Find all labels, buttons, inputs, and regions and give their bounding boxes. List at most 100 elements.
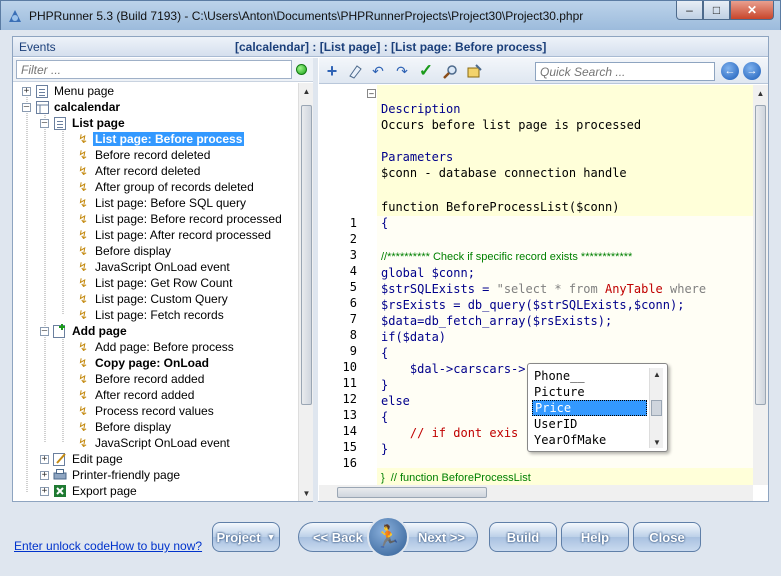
event-bolt-icon: ↯ [77, 260, 89, 274]
expand-icon[interactable]: + [40, 486, 49, 496]
how-to-buy-link[interactable]: How to buy now? [110, 539, 202, 553]
events-tree: + Menu page – calcalendar – List page ↯ L… [13, 83, 297, 501]
autocomplete-item[interactable]: Phone__ [532, 368, 647, 384]
tree-event-item[interactable]: ↯ List page: Before SQL query [76, 195, 248, 211]
parameters-title: Parameters [381, 150, 454, 164]
tree-event-item[interactable]: ↯ Before display [76, 243, 173, 259]
line-number: 12 [342, 392, 357, 406]
expand-icon[interactable]: + [22, 86, 31, 96]
event-bolt-icon: ↯ [77, 292, 89, 306]
tree-event-item[interactable]: ↯ List page: Get Row Count [76, 275, 234, 291]
panel-splitter[interactable] [313, 58, 318, 502]
back-button[interactable]: << Back [298, 522, 376, 552]
editor-vertical-scrollbar[interactable]: ▲ [753, 85, 768, 485]
tree-item-export-page[interactable]: + Export page [40, 483, 139, 499]
tree-event-item[interactable]: ↯ List page: Before record processed [76, 211, 284, 227]
search-previous-icon[interactable]: ← [721, 62, 739, 80]
line-number: 2 [349, 232, 357, 246]
expand-icon[interactable]: + [40, 454, 49, 464]
search-icon[interactable] [441, 62, 459, 80]
events-label: Events [19, 40, 56, 54]
tree-event-item[interactable]: ↯ Before record added [76, 371, 206, 387]
editor-horizontal-scrollbar[interactable] [319, 485, 753, 501]
collapse-icon[interactable]: – [40, 326, 49, 336]
phprunner-app-icon [7, 8, 23, 24]
line-number: 4 [349, 264, 357, 278]
description-block: Description Occurs before list page is p… [381, 85, 751, 197]
autocomplete-item-selected[interactable]: Price [532, 400, 647, 416]
event-bolt-icon: ↯ [77, 164, 89, 178]
tree-event-item[interactable]: ↯ List page: Before process [76, 131, 245, 147]
autocomplete-item[interactable]: YearOfMake [532, 432, 647, 448]
event-bolt-icon: ↯ [77, 420, 89, 434]
maximize-button[interactable]: □ [703, 1, 730, 20]
tree-event-item[interactable]: ↯ List page: After record processed [76, 227, 273, 243]
check-syntax-icon[interactable]: ✓ [417, 61, 435, 80]
tree-event-item[interactable]: ↯ Process record values [76, 403, 216, 419]
close-button[interactable]: Close [633, 522, 701, 552]
code-line: } [381, 378, 389, 392]
build-button[interactable]: Build [489, 522, 557, 552]
scroll-thumb[interactable] [337, 487, 487, 498]
code-comment: //********** Check if specific record ex… [381, 251, 633, 263]
collapse-icon[interactable]: – [40, 118, 49, 128]
tree-event-item[interactable]: ↯ Add page: Before process [76, 339, 236, 355]
tree-event-item[interactable]: ↯ Before record deleted [76, 147, 212, 163]
line-number: 9 [349, 344, 357, 358]
autocomplete-scrollbar[interactable]: ▲ ▼ [649, 368, 663, 448]
scroll-thumb[interactable] [301, 105, 312, 405]
fold-icon[interactable]: – [367, 89, 376, 98]
tree-event-item[interactable]: ↯ After record added [76, 387, 196, 403]
tree-event-item[interactable]: ↯ Copy page: OnLoad [76, 355, 211, 371]
line-number: 6 [349, 296, 357, 310]
tree-item-printer-page[interactable]: + Printer-friendly page [40, 467, 182, 483]
tree-event-item[interactable]: ↯ List page: Fetch records [76, 307, 226, 323]
scroll-thumb[interactable] [651, 400, 662, 416]
tree-event-item[interactable]: ↯ After record deleted [76, 163, 202, 179]
tree-event-item[interactable]: ↯ List page: Custom Query [76, 291, 230, 307]
autocomplete-popup[interactable]: Phone__ Picture Price UserID YearOfMake … [527, 363, 668, 452]
next-button[interactable]: Next >> [400, 522, 478, 552]
scroll-down-icon[interactable]: ▼ [650, 436, 664, 448]
scroll-up-icon[interactable]: ▲ [650, 368, 664, 380]
event-bolt-icon: ↯ [77, 276, 89, 290]
unlock-code-link[interactable]: Enter unlock code [14, 539, 110, 553]
tree-event-item[interactable]: ↯ After group of records deleted [76, 179, 256, 195]
project-button[interactable]: Project ▼ [212, 522, 280, 552]
tree-item-table[interactable]: – calcalendar [22, 99, 122, 115]
scroll-up-icon[interactable]: ▲ [299, 83, 314, 99]
quick-search-input[interactable] [535, 62, 715, 81]
help-button[interactable]: Help [561, 522, 629, 552]
tree-event-item[interactable]: ↯ JavaScript OnLoad event [76, 259, 232, 275]
expand-icon[interactable]: + [40, 470, 49, 480]
add-icon[interactable]: + [323, 61, 341, 81]
undo-icon[interactable]: ↶ [369, 62, 387, 80]
tree-item-add-page[interactable]: – Add page [40, 323, 129, 339]
eraser-icon[interactable] [345, 62, 363, 80]
description-title: Description [381, 102, 461, 116]
autocomplete-list[interactable]: Phone__ Picture Price UserID YearOfMake [532, 368, 647, 448]
collapse-icon[interactable]: – [22, 102, 31, 112]
redo-icon[interactable]: ↷ [393, 62, 411, 80]
scroll-down-icon[interactable]: ▼ [299, 485, 314, 501]
tree-event-item[interactable]: ↯ JavaScript OnLoad event [76, 435, 232, 451]
autocomplete-item[interactable]: UserID [532, 416, 647, 432]
tree-item-edit-page[interactable]: + Edit page [40, 451, 125, 467]
tree-item-menu-page[interactable]: + Menu page [22, 83, 116, 99]
tree-scrollbar[interactable]: ▲ ▼ [298, 83, 313, 501]
search-next-icon[interactable]: → [743, 62, 761, 80]
close-window-button[interactable]: ✕ [730, 1, 774, 20]
status-indicator-icon [296, 64, 307, 75]
line-number: 15 [342, 440, 357, 454]
autocomplete-item[interactable]: Picture [532, 384, 647, 400]
breadcrumb: [calcalendar] : [List page] : [List page… [235, 40, 547, 54]
function-signature: function BeforeProcessList($conn) [381, 200, 620, 214]
minimize-button[interactable]: – [676, 1, 703, 20]
filter-input[interactable] [16, 60, 292, 79]
scroll-up-icon[interactable]: ▲ [753, 85, 768, 101]
code-wizard-icon[interactable] [465, 62, 483, 80]
tree-event-item[interactable]: ↯ Before display [76, 419, 173, 435]
scroll-thumb[interactable] [755, 105, 766, 405]
tree-item-list-page[interactable]: – List page [40, 115, 127, 131]
open-brace: { [381, 216, 389, 230]
